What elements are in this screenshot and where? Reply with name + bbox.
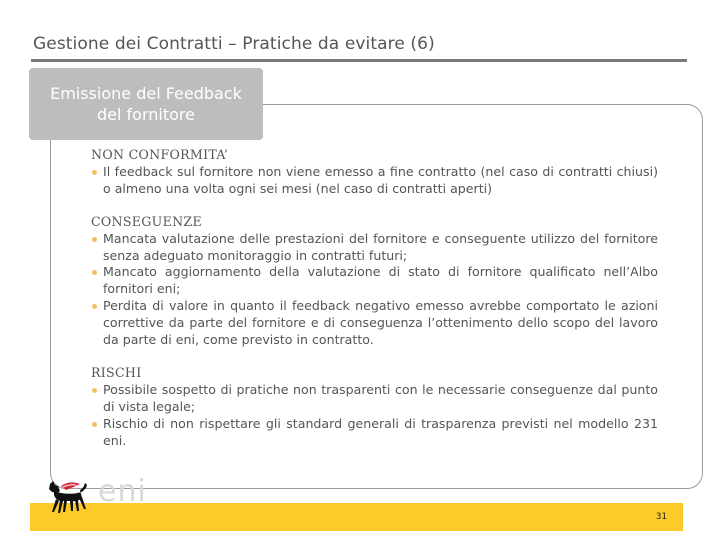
- list-item: Il feedback sul fornitore non viene emes…: [91, 164, 658, 198]
- list-item: Possibile sospetto di pratiche non trasp…: [91, 382, 658, 416]
- list-item-text: Il feedback sul fornitore non viene emes…: [103, 163, 658, 196]
- content-body: NON CONFORMITA’ Il feedback sul fornitor…: [91, 147, 658, 466]
- list-item: Rischio di non rispettare gli standard g…: [91, 416, 658, 450]
- list-item-text: Mancato aggiornamento della valutazione …: [103, 264, 658, 297]
- slide-title: Gestione dei Contratti – Pratiche da evi…: [33, 34, 435, 54]
- topic-tab-line2: del fornitore: [97, 105, 195, 124]
- page-number: 31: [656, 512, 667, 522]
- bullet-icon: [92, 421, 97, 427]
- section-non-conformita: NON CONFORMITA’ Il feedback sul fornitor…: [91, 147, 658, 198]
- bullet-icon: [92, 169, 97, 175]
- title-underline: [31, 59, 687, 62]
- list-item-text: Possibile sospetto di pratiche non trasp…: [103, 381, 658, 414]
- six-legged-dog-icon: [49, 481, 87, 513]
- bullet-icon: [92, 236, 97, 242]
- list-item-text: Mancata valutazione delle prestazioni de…: [103, 230, 658, 263]
- topic-tab-line1: Emissione del Feedback: [50, 84, 242, 103]
- eni-logo-text: eni: [98, 474, 147, 509]
- list-item: Mancato aggiornamento della valutazione …: [91, 264, 658, 298]
- section-heading: CONSEGUENZE: [91, 213, 202, 229]
- section-heading: NON CONFORMITA’: [91, 147, 229, 162]
- bullet-icon: [92, 387, 97, 393]
- topic-tab: Emissione del Feedback del fornitore: [29, 68, 263, 140]
- section-rischi: RISCHI Possibile sospetto di pratiche no…: [91, 365, 658, 450]
- list-item: Perdita di valore in quanto il feedback …: [91, 298, 658, 349]
- section-heading: RISCHI: [91, 364, 142, 380]
- list-item-text: Rischio di non rispettare gli standard g…: [103, 415, 658, 448]
- list-item: Mancata valutazione delle prestazioni de…: [91, 231, 658, 265]
- bullet-icon: [92, 270, 97, 276]
- list-item-text: Perdita di valore in quanto il feedback …: [103, 298, 658, 348]
- section-conseguenze: CONSEGUENZE Mancata valutazione delle pr…: [91, 214, 658, 349]
- bullet-icon: [92, 304, 97, 310]
